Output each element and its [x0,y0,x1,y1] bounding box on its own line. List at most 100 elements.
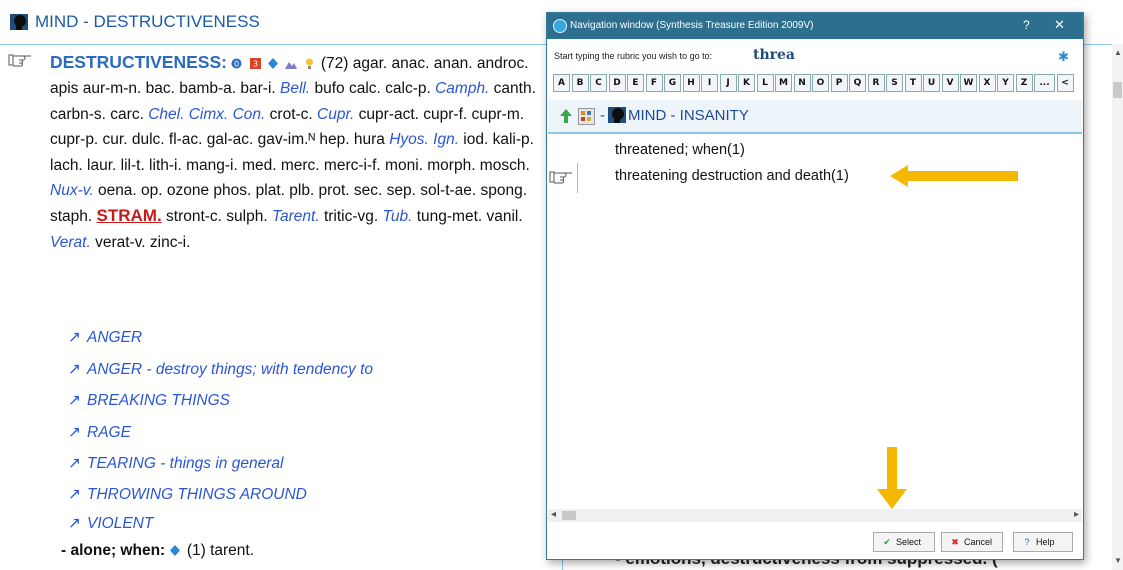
letter-button-7[interactable]: H [682,74,700,92]
dialog-titlebar[interactable]: Navigation window (Synthesis Treasure Ed… [547,13,1083,39]
letter-button-10[interactable]: K [738,74,755,92]
xref-arrow-icon: ↗ [68,392,81,409]
letter-button-4[interactable]: E [627,74,644,92]
navigation-dialog: Navigation window (Synthesis Treasure Ed… [546,12,1084,560]
remedy-2[interactable]: Bell. [280,80,310,97]
help-icon[interactable]: ? [1023,18,1030,32]
xref-arrow-icon: ↗ [68,329,81,346]
letter-button-21[interactable]: V [941,74,959,92]
svg-text:0: 0 [234,60,239,69]
nav-breadcrumb: - MIND - INSANITY [548,100,1082,134]
letter-button-13[interactable]: N [793,74,811,92]
horizontal-scrollbar[interactable]: ◂ ▸ [548,509,1082,522]
remedy-15[interactable]: Nux-v. [50,182,94,199]
remedy-21: tritic-vg. [319,208,383,226]
letter-button-25[interactable]: Z [1015,74,1033,92]
letter-button-20[interactable]: U [923,74,940,92]
search-input[interactable]: threa [753,47,795,63]
cancel-button[interactable]: ✖ Cancel [941,532,1003,552]
xref-item[interactable]: ↗ THROWING THINGS AROUND [68,485,307,504]
remedy-4: calc-p. [380,80,436,98]
letter-button-18[interactable]: S [886,74,903,92]
xref-arrow-icon: ↗ [68,424,81,441]
xref-arrow-icon: ↗ [68,455,81,472]
letter-button-12[interactable]: M [775,74,792,92]
letter-button-26[interactable]: ... [1034,74,1055,92]
remedy-14: mang-i. med. merc. merc-i-f. moni. morph… [181,156,530,174]
scroll-left-icon[interactable]: ◂ [551,509,556,520]
select-button[interactable]: ✔ Select [873,532,935,552]
annotation-arrow-left [890,165,1018,187]
mountain-icon[interactable] [285,59,298,69]
scroll-down-icon[interactable]: ▼ [1114,556,1122,565]
remedy-20[interactable]: Tarent. [272,208,320,225]
letter-button-19[interactable]: T [904,74,922,92]
checkmark-icon: ✔ [883,537,891,547]
xref-item[interactable]: ↗ TEARING - things in general [68,454,283,473]
subrubric-remedies: (1) tarent. [186,542,255,559]
remedy-3: bufo calc. [310,80,381,98]
xref-item[interactable]: ↗ BREAKING THINGS [68,391,230,410]
remedy-5[interactable]: Camph. [435,80,489,97]
nav-title: MIND - INSANITY [628,107,749,124]
letter-button-0[interactable]: A [553,74,570,92]
letter-button-23[interactable]: X [978,74,996,92]
bulb-icon[interactable] [305,58,314,70]
letter-button-11[interactable]: L [756,74,774,92]
letter-button-17[interactable]: R [867,74,885,92]
letter-button-8[interactable]: I [701,74,718,92]
list-item[interactable]: threatening destruction and death(1) [615,168,849,184]
remedy-9[interactable]: Cupr. [313,106,354,123]
list-item[interactable]: threatened; when(1) [615,142,745,158]
xref-item[interactable]: ↗ ANGER - destroy things; with tendency t… [68,360,373,379]
letter-button-2[interactable]: C [590,74,607,92]
remedy-0: agar. anac. anan. [352,55,473,72]
letter-button-15[interactable]: P [830,74,848,92]
remedy-8: crot-c. [265,105,313,123]
help-circle-icon: ? [1024,537,1030,547]
gear-icon[interactable]: ✱ [1058,49,1069,65]
rubric-content: DESTRUCTIVENESS: 0 3 (72) agar. anac. an… [50,50,540,255]
remedy-24[interactable]: Verat. [50,234,91,251]
head-profile-icon [10,14,28,30]
app-logo-icon [553,19,567,33]
pointing-hand-icon [8,54,31,67]
remedy-22[interactable]: Tub. [383,208,413,225]
scroll-right-icon[interactable]: ▸ [1074,509,1079,520]
help-button[interactable]: ? Help [1013,532,1073,552]
letter-button-16[interactable]: Q [849,74,866,92]
letter-button-14[interactable]: O [812,74,829,92]
xref-item[interactable]: ↗ RAGE [68,423,131,442]
letter-button-24[interactable]: Y [997,74,1014,92]
letter-button-6[interactable]: G [664,74,681,92]
letter-button-9[interactable]: J [719,74,737,92]
pointing-hand-icon [549,171,572,184]
info-circle-icon[interactable]: 0 [231,58,242,69]
letter-button-22[interactable]: W [960,74,977,92]
letter-button-3[interactable]: D [608,74,626,92]
letter-button-5[interactable]: F [645,74,663,92]
scroll-thumb[interactable] [1113,82,1122,98]
scroll-up-icon[interactable]: ▲ [1114,48,1122,57]
remedy-23: tung-met. vanil. [412,208,523,226]
close-icon[interactable]: ✕ [1054,17,1065,33]
svg-text:3: 3 [253,60,258,69]
xref-item[interactable]: ↗ VIOLENT [68,514,153,533]
vertical-scrollbar[interactable]: ▲ ▼ [1112,44,1123,570]
remedy-list: agar. anac. anan. androc. apis aur-m-n. … [50,55,536,251]
remedy-7[interactable]: Chel. Cimx. Con. [148,106,265,123]
remedy-18[interactable]: STRAM. [97,206,162,225]
book-icon[interactable]: 3 [249,58,261,70]
letter-button-1[interactable]: B [571,74,589,92]
grid-icon[interactable] [578,108,595,125]
up-arrow-icon[interactable] [560,109,572,123]
search-label: Start typing the rubric you wish to go t… [554,51,713,61]
xref-item[interactable]: ↗ ANGER [68,328,142,347]
remedy-12[interactable]: Hyos. Ign. [389,131,459,148]
subrubric-alone[interactable]: - alone; when: (1) tarent. [61,542,254,560]
letter-button-27[interactable]: < [1056,74,1074,92]
alphabet-bar: A B C D E F G H I J K L M N O P Q R S T U V W X Y Z... < [553,74,1075,92]
rubric-title[interactable]: DESTRUCTIVENESS: [50,52,227,72]
scroll-thumb[interactable] [562,511,576,520]
diamond-icon[interactable] [267,58,278,70]
